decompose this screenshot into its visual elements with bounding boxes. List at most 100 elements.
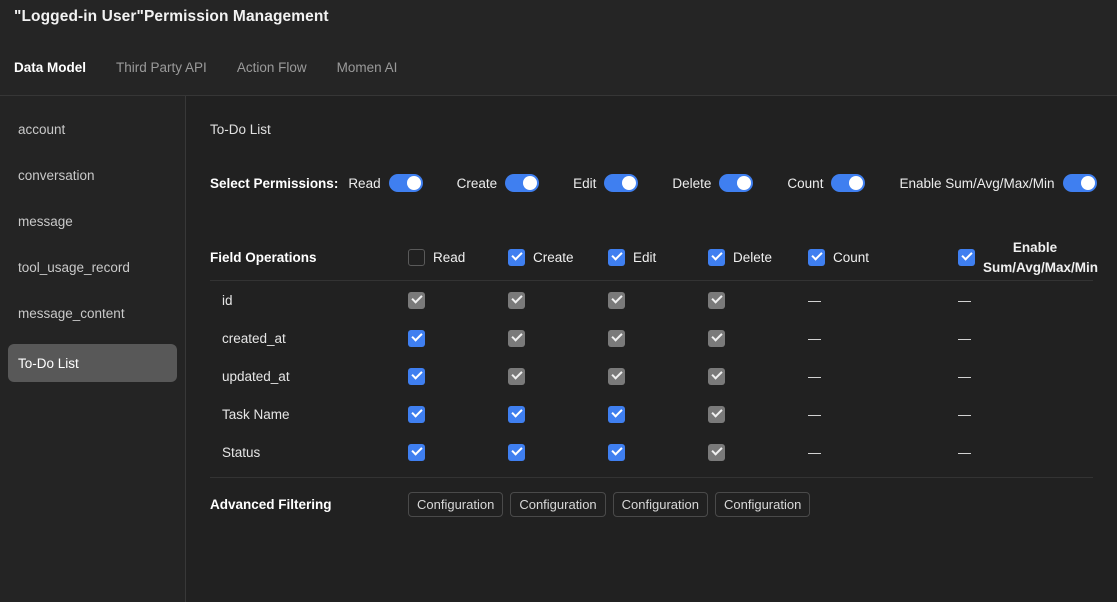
permission-checkbox-created-at-enable-sum-avg-max-min-none: — [958, 330, 971, 346]
matrix-cell-created-at-delete [708, 329, 808, 347]
permission-checkbox-updated-at-count-none: — [808, 368, 821, 384]
permission-checkbox-status-create[interactable] [508, 443, 525, 461]
sidebar-item-to-do-list[interactable]: To-Do List [8, 344, 177, 382]
toggle-switch-edit[interactable] [604, 174, 639, 192]
column-select-all-checkbox-count[interactable] [808, 249, 825, 266]
permission-checkbox-id-edit [608, 291, 625, 309]
toggle-knob [523, 176, 538, 190]
advanced-filtering-label: Advanced Filtering [210, 496, 332, 512]
field-name: Status [222, 444, 261, 460]
toggle-knob [406, 176, 421, 190]
permission-checkbox-updated-at-edit [608, 367, 625, 385]
column-select-all-checkbox-enable-sum-avg-max-min[interactable] [958, 249, 975, 266]
sidebar-item-message-content[interactable]: message_content [8, 298, 177, 328]
configuration-button-1[interactable]: Configuration [408, 491, 504, 517]
column-select-all-checkbox-delete[interactable] [708, 249, 725, 266]
column-select-all-checkbox-edit[interactable] [608, 249, 625, 266]
sidebar-item-conversation[interactable]: conversation [8, 160, 177, 190]
permission-checkbox-created-at-read[interactable] [408, 329, 425, 347]
matrix-column-header-read: Read [408, 249, 508, 266]
matrix-cell-task-name-create [508, 405, 608, 423]
permission-toggle-count: Count [787, 174, 866, 192]
permission-toggle-edit: Edit [573, 174, 639, 192]
toggle-switch-count[interactable] [831, 174, 866, 192]
permission-checkbox-task-name-create[interactable] [508, 405, 525, 423]
sidebar-item-message[interactable]: message [8, 206, 177, 236]
matrix-column-label: Create [533, 250, 574, 265]
sidebar-item-tool-usage-record[interactable]: tool_usage_record [8, 252, 177, 282]
matrix-row: Status — — [210, 433, 1093, 471]
tab-third-party-api[interactable]: Third Party API [116, 60, 225, 75]
permission-checkbox-status-count-none: — [808, 444, 821, 460]
matrix-column-label: Read [433, 250, 466, 265]
matrix-cell-updated-at-delete [708, 367, 808, 385]
permission-checkbox-updated-at-read[interactable] [408, 367, 425, 385]
matrix-cell-task-name-count: — [808, 408, 958, 421]
permission-checkbox-task-name-read[interactable] [408, 405, 425, 423]
permission-toggle-group: Read Create Edit Delete Count Enable Sum/Avg/… [348, 174, 1117, 192]
permission-checkbox-created-at-count-none: — [808, 330, 821, 346]
matrix-cell-id-create [508, 291, 608, 309]
matrix-cell-created-at-create [508, 329, 608, 347]
sidebar-table-list: account conversation message tool_usage_rec… [0, 96, 186, 602]
matrix-cell-updated-at-read [408, 367, 508, 385]
sidebar-item-account[interactable]: account [8, 114, 177, 144]
tabbar: Data Model Third Party API Action Flow Mome… [14, 60, 427, 75]
body-wrap: account conversation message tool_usage_rec… [0, 96, 1117, 602]
toggle-switch-delete[interactable] [719, 174, 754, 192]
toggle-switch-read[interactable] [388, 174, 423, 192]
permission-toggle-label: Create [456, 175, 498, 191]
configuration-button-4[interactable]: Configuration [714, 491, 811, 517]
matrix-cell-updated-at-edit [608, 367, 708, 385]
matrix-cell-task-name-edit [608, 405, 708, 423]
permission-checkbox-id-delete [708, 291, 725, 309]
permission-checkbox-status-edit[interactable] [608, 443, 625, 461]
select-permissions-label: Select Permissions: [210, 175, 339, 191]
main-content: To-Do List Select Permissions: Read Creat… [186, 96, 1117, 602]
field-operations-label: Field Operations [210, 250, 317, 265]
tab-data-model[interactable]: Data Model [14, 60, 104, 75]
matrix-cell-status-delete [708, 443, 808, 461]
tab-momen-ai[interactable]: Momen AI [337, 60, 416, 75]
matrix-row: created_at — — [210, 319, 1093, 357]
matrix-cell-task-name-delete [708, 405, 808, 423]
matrix-cell-status-enable-sum-avg-max-min: — [958, 446, 1058, 459]
column-select-all-checkbox-create[interactable] [508, 249, 525, 266]
toggle-switch-create[interactable] [505, 174, 540, 192]
permission-toggle-enable-sum-avg-max-min: Enable Sum/Avg/Max/Min [899, 174, 1097, 192]
permission-toggle-label: Enable Sum/Avg/Max/Min [899, 175, 1055, 191]
matrix-cell-id-enable-sum-avg-max-min: — [958, 294, 1058, 307]
matrix-row: Task Name — — [210, 395, 1093, 433]
matrix-cell-updated-at-enable-sum-avg-max-min: — [958, 370, 1058, 383]
matrix-header-columns: Read Create Edit Delete Count Enable Sum/Avg/… [408, 238, 1099, 277]
matrix-cell-task-name-read [408, 405, 508, 423]
permission-toggle-read: Read [348, 174, 423, 192]
permission-checkbox-created-at-create [508, 329, 525, 347]
field-name: updated_at [222, 368, 290, 384]
app-header: "Logged-in User"Permission Management Da… [0, 0, 1117, 96]
permission-checkbox-created-at-delete [708, 329, 725, 347]
configuration-button-2[interactable]: Configuration [510, 491, 606, 517]
matrix-cell-updated-at-count: — [808, 370, 958, 383]
permission-checkbox-task-name-edit[interactable] [608, 405, 625, 423]
permission-checkbox-id-create [508, 291, 525, 309]
permission-checkbox-status-read[interactable] [408, 443, 425, 461]
matrix-cell-id-delete [708, 291, 808, 309]
column-select-all-checkbox-read[interactable] [408, 249, 425, 266]
field-name: Task Name [222, 406, 290, 422]
permission-checkbox-updated-at-enable-sum-avg-max-min-none: — [958, 368, 971, 384]
page-title: "Logged-in User"Permission Management [14, 8, 329, 25]
tab-action-flow[interactable]: Action Flow [237, 60, 325, 75]
permission-checkbox-id-read [408, 291, 425, 309]
permission-toggle-delete: Delete [672, 174, 754, 192]
matrix-column-label: Enable Sum/Avg/Max/Min [983, 239, 1099, 275]
toggle-switch-enable-sum-avg-max-min[interactable] [1062, 174, 1097, 192]
matrix-cell-created-at-enable-sum-avg-max-min: — [958, 332, 1058, 345]
select-permissions-row: Select Permissions: Read Create Edit Delete… [210, 171, 1097, 195]
permission-checkbox-created-at-edit [608, 329, 625, 347]
matrix-cell-created-at-read [408, 329, 508, 347]
matrix-column-header-create: Create [508, 249, 608, 266]
permission-checkbox-task-name-count-none: — [808, 406, 821, 422]
configuration-button-3[interactable]: Configuration [612, 491, 708, 517]
permission-checkbox-task-name-delete [708, 405, 725, 423]
